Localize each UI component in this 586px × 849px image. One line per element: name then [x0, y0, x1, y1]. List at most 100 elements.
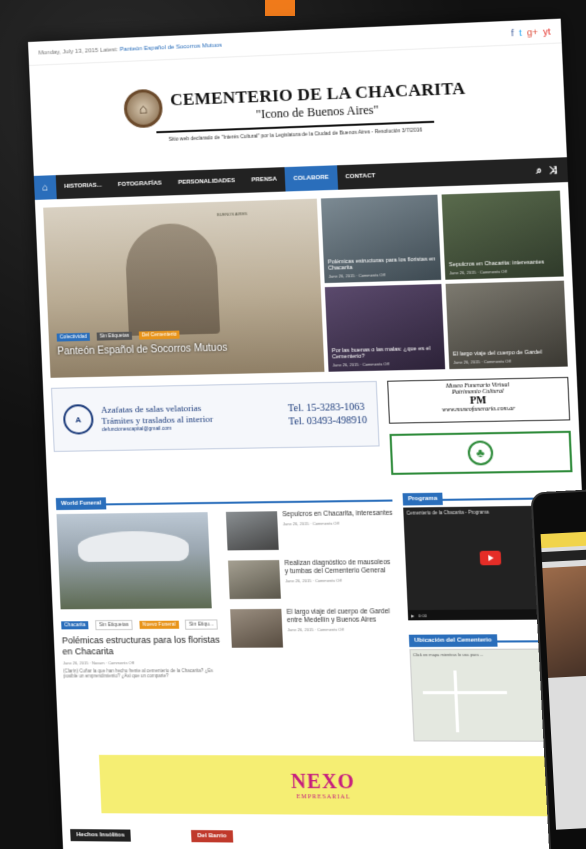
nexo-sub: EMPRESARIAL: [296, 793, 351, 801]
funeral-services-ad[interactable]: A Azafatas de salas velatorias Trámites …: [50, 380, 380, 452]
world-funeral-block: Chacarita Sin Etiquetas Nuevo Funeral Si…: [56, 510, 400, 680]
main-column: World Funeral Chacarita Sin Etiquetas Nu…: [55, 487, 404, 741]
ad-email: defuncionescapital@gmail.com: [101, 425, 172, 433]
article-meta: June 26, 2015 · Comments Off: [282, 520, 340, 527]
ads-row: A Azafatas de salas velatorias Trámites …: [50, 376, 573, 480]
bottom-section-heads: Hechos Insólitos Del Barrio: [70, 829, 586, 845]
programa-label[interactable]: Programa: [402, 492, 443, 506]
category-tag[interactable]: Sin Etiquetas: [96, 331, 133, 341]
map-road: [422, 691, 508, 695]
video-time: 0:00: [418, 612, 427, 618]
museum-ad[interactable]: Museo Funerario Virtual Patrimonio Cultu…: [387, 376, 571, 424]
article-title[interactable]: Realizan diagnóstico de mausoleos y tumb…: [284, 559, 395, 577]
tile-caption: El largo viaje del cuerpo de Gardel June…: [453, 349, 564, 365]
side-ads: Museo Funerario Virtual Patrimonio Cultu…: [387, 376, 573, 475]
tile-title: Por las buenas o las malas: ¿que es el C…: [331, 345, 431, 361]
random-icon[interactable]: ⤨: [548, 164, 557, 176]
list-item[interactable]: El largo viaje del cuerpo de Gardel entr…: [230, 608, 399, 648]
ad-phones: Tel. 15-3283-1063 Tel. 03493-498910: [288, 401, 368, 429]
masthead: ⌂ CEMENTERIO DE LA CHACARITA "Icono de B…: [29, 43, 567, 175]
nexo-word: NEXO: [290, 770, 356, 793]
nav-item-contact[interactable]: CONTACT: [337, 164, 385, 190]
category-tag[interactable]: Nuevo Funeral: [139, 620, 179, 629]
lead-article-excerpt: (Clarín) Cuñar la que han hecho frente a…: [63, 667, 214, 679]
hechos-insolitos-heading[interactable]: Hechos Insólitos: [70, 829, 131, 842]
play-icon[interactable]: ▶: [411, 613, 414, 618]
tile-caption: Sepulcros en Chacarita: interesantes Jun…: [449, 259, 559, 276]
article-title[interactable]: Sepulcros en Chacarita, interesantes: [282, 510, 393, 520]
latest-label: Latest:: [99, 46, 119, 54]
nav-item-historias[interactable]: HISTORIAS...: [56, 173, 111, 199]
play-button-icon[interactable]: [479, 550, 502, 565]
date-text: Monday, July 13, 2015: [38, 47, 99, 57]
nav-tools: ⌕ ⤨: [536, 164, 557, 176]
lead-article-title[interactable]: Polémicas estructuras para los floristas…: [62, 635, 224, 657]
hero-title[interactable]: Panteón Español de Socorros Mutuos: [57, 340, 315, 358]
search-icon[interactable]: ⌕: [536, 165, 542, 177]
tile-title: Polémicas estructuras para los floristas…: [327, 256, 436, 272]
article-meta: June 26, 2015 · Comments Off: [285, 578, 342, 584]
list-item[interactable]: Realizan diagnóstico de mausoleos y tumb…: [228, 559, 397, 600]
hero-tile[interactable]: El largo viaje del cuerpo de Gardel June…: [445, 280, 568, 370]
map-label[interactable]: Ubicación del Cementerio: [408, 634, 498, 648]
canopy-shape: [77, 530, 190, 563]
lead-article-meta: June 26, 2015 · Novum · Comments Off: [62, 659, 135, 666]
green-ad[interactable]: ♣: [389, 430, 573, 475]
article-meta: June 26, 2015 · Comments Off: [287, 627, 344, 633]
phone-screen: [540, 529, 586, 830]
monument-image: [124, 222, 221, 336]
ad-line-2: Trámites y traslados al interior: [101, 413, 214, 426]
twitter-icon[interactable]: t: [519, 27, 522, 37]
lead-article-image[interactable]: [56, 512, 212, 610]
cemetery-seal-icon: ⌂: [123, 88, 164, 129]
postcard-caption: BUENOS AIRES: [216, 211, 248, 218]
list-item[interactable]: Sepulcros en Chacarita, interesantes Jun…: [225, 510, 395, 551]
hero-main-card[interactable]: BUENOS AIRES Colectividad Sin Etiquetas …: [43, 198, 325, 378]
tile-caption: Polémicas estructuras para los floristas…: [327, 256, 437, 279]
tile-meta: June 26, 2015 · Comments Off: [328, 272, 386, 279]
hero-section: BUENOS AIRES Colectividad Sin Etiquetas …: [43, 190, 568, 378]
category-tag[interactable]: Chacarita: [61, 621, 89, 630]
hero-caption: Colectividad Sin Etiquetas Del Cementeri…: [56, 319, 315, 358]
home-icon[interactable]: ⌂: [33, 175, 57, 200]
world-funeral-label[interactable]: World Funeral: [55, 497, 107, 511]
social-icons: f t g+ yt: [511, 26, 551, 38]
tile-meta: June 26, 2015 · Comments Off: [332, 361, 390, 368]
facebook-icon[interactable]: f: [511, 27, 514, 37]
phone-header-bar: [540, 529, 586, 549]
ad-phone-2: Tel. 03493-498910: [288, 414, 368, 428]
hero-tile[interactable]: Sepulcros en Chacarita: interesantes Jun…: [441, 190, 564, 280]
article-thumbnail[interactable]: [230, 608, 284, 648]
article-thumbnail[interactable]: [225, 511, 279, 551]
hero-tile[interactable]: Por las buenas o las malas: ¿que es el C…: [324, 283, 446, 372]
latest-link[interactable]: Panteón Español de Socorros Mutuos: [120, 42, 223, 52]
map-road: [453, 670, 460, 733]
article-thumbnail[interactable]: [228, 560, 281, 600]
phone-hero-image: [542, 563, 586, 678]
category-tag[interactable]: Sin Etiquetas: [94, 619, 134, 631]
date-latest: Monday, July 13, 2015 Latest: Panteón Es…: [38, 42, 222, 56]
article-title[interactable]: El largo viaje del cuerpo de Gardel entr…: [286, 608, 397, 625]
world-funeral-heading: World Funeral: [55, 487, 393, 511]
phone-nav-bar: [541, 547, 586, 563]
hero-tile[interactable]: Polémicas estructuras para los floristas…: [320, 194, 442, 284]
tree-icon: ♣: [467, 440, 494, 466]
nav-item-personalidades[interactable]: PERSONALIDADES: [169, 169, 243, 196]
tile-meta: June 26, 2015 · Comments Off: [449, 268, 507, 276]
youtube-icon[interactable]: yt: [543, 26, 551, 37]
nav-item-prensa[interactable]: PRENSA: [243, 167, 286, 193]
nav-item-colabore[interactable]: COLABORE: [284, 165, 338, 192]
category-tag[interactable]: Del Cementerio: [138, 330, 181, 340]
category-tag[interactable]: Sin Etiqu...: [184, 619, 219, 630]
del-barrio-heading[interactable]: Del Barrio: [191, 830, 233, 843]
google-plus-icon[interactable]: g+: [527, 26, 538, 37]
category-tag[interactable]: Colectividad: [56, 332, 91, 342]
nexo-ad[interactable]: NEXO EMPRESARIAL: [98, 754, 554, 817]
orange-accent-tab: [265, 0, 295, 16]
lead-article[interactable]: Chacarita Sin Etiquetas Nuevo Funeral Si…: [56, 512, 225, 680]
article-list: Sepulcros en Chacarita, interesantes Jun…: [225, 510, 400, 680]
tile-caption: Por las buenas o las malas: ¿que es el C…: [332, 346, 441, 368]
nav-item-fotografias[interactable]: FOTOGRAFÍAS: [109, 171, 170, 197]
tile-meta: June 26, 2015 · Comments Off: [453, 358, 511, 365]
hero-grid: Polémicas estructuras para los floristas…: [320, 190, 568, 372]
